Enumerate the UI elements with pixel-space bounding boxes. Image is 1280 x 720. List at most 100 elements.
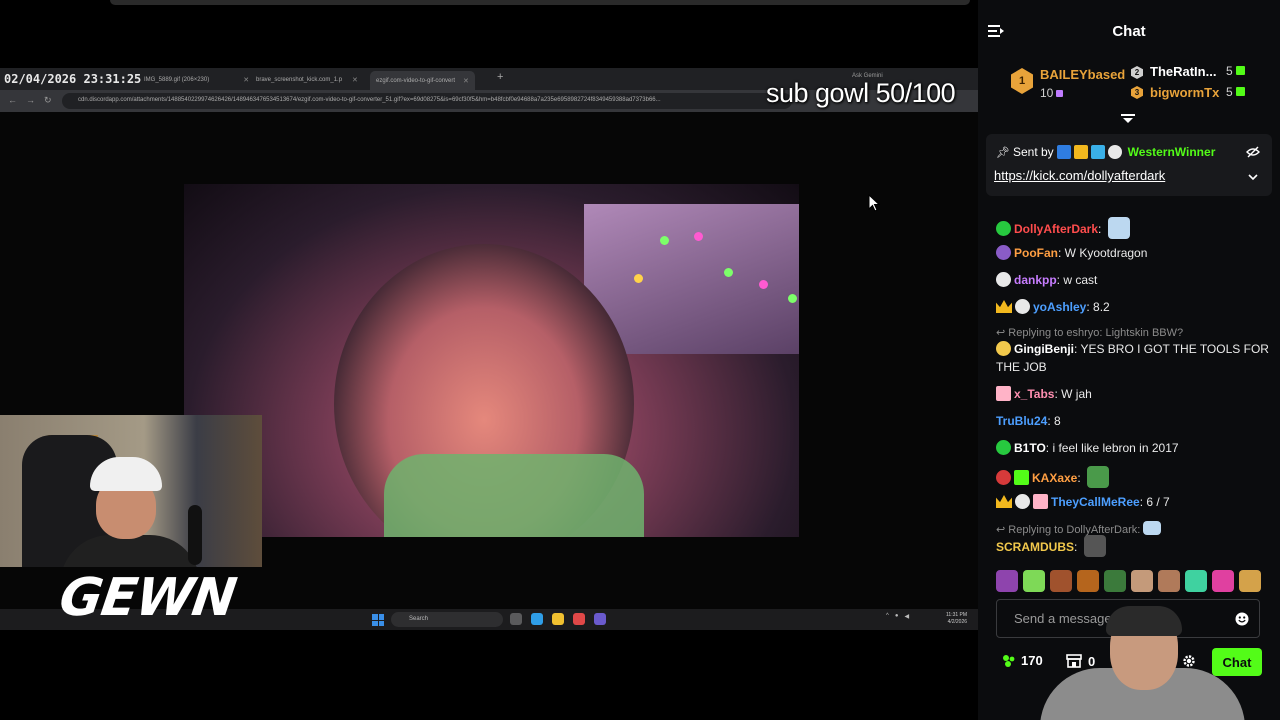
chat-username[interactable]: x_Tabs	[1014, 387, 1054, 401]
reload-icon: ↻	[44, 95, 52, 105]
chat-username[interactable]: GingiBenji	[1014, 342, 1074, 356]
streamer-cap	[90, 457, 162, 491]
reply-icon: ↩	[996, 327, 1006, 339]
leaderboard-name[interactable]: bigwormTx	[1150, 85, 1219, 100]
leaderboard-name[interactable]: TheRatIn...	[1150, 64, 1216, 79]
discord-icon	[594, 613, 606, 625]
badge-icon	[996, 470, 1011, 485]
chat-messages[interactable]: DollyAfterDark: PooFan: W Kyootdragon da…	[978, 198, 1280, 568]
mic-icon: ●	[894, 613, 899, 619]
emote-icon	[1083, 535, 1106, 557]
chat-username[interactable]: dankpp	[1014, 273, 1057, 287]
gift-icon	[1235, 66, 1245, 75]
crown-badge-icon	[996, 495, 1012, 508]
gift-badge-icon	[996, 386, 1011, 401]
taskbar-search: Search	[391, 612, 503, 627]
chevron-down-icon[interactable]	[1248, 174, 1258, 181]
leaderboard-count-value: 10	[1040, 86, 1054, 100]
streamer-webcam	[0, 415, 262, 567]
rank-badge-2: 2	[1131, 66, 1143, 79]
quick-emote-bar[interactable]	[996, 570, 1266, 594]
face-emote-icon[interactable]	[1158, 570, 1180, 592]
close-icon: ✕	[352, 77, 358, 84]
leaderboard-count-value: 5	[1226, 85, 1233, 99]
pinned-sender-line: 📌︎ Sent by WesternWinner	[996, 145, 1215, 159]
browser-tab-label: brave_screenshot_kick.com_1.p	[256, 77, 343, 83]
stream-view[interactable]: 02/04/2026 23:31:25 IMG_5889.gif (206×23…	[0, 0, 978, 720]
chat-username[interactable]: PooFan	[1014, 246, 1058, 260]
chat-username[interactable]: TruBlu24	[996, 414, 1047, 428]
pinned-message[interactable]: 📌︎ Sent by WesternWinner https://kick.co…	[986, 134, 1272, 196]
emote-icon	[1087, 466, 1110, 488]
chat-message: GingiBenji: YES BRO I GOT THE TOOLS FOR …	[996, 341, 1269, 374]
chat-username[interactable]: yoAshley	[1033, 300, 1086, 314]
file-explorer-icon	[552, 613, 564, 625]
pinned-toggle-icon[interactable]	[1121, 114, 1135, 124]
leaderboard-count-value: 5	[1226, 64, 1233, 78]
points-icon	[1003, 654, 1015, 667]
crown-badge-icon	[996, 300, 1012, 313]
face-emote-icon[interactable]	[1050, 570, 1072, 592]
chat-username[interactable]: DollyAfterDark	[1014, 222, 1098, 236]
rank-badge-3: 3	[1131, 86, 1143, 99]
chat-message: B1TO: i feel like lebron in 2017	[996, 439, 1271, 457]
chat-title: Chat	[1112, 23, 1146, 40]
browser-tab: IMG_5889.gif (206×230) ✕	[144, 72, 249, 88]
badge-icon	[996, 245, 1011, 260]
box-emote-icon[interactable]	[1239, 570, 1261, 592]
windows-start-icon	[372, 614, 384, 626]
guest-webcam	[1040, 600, 1245, 720]
chat-message: KAXaxe:	[996, 466, 1271, 488]
pinned-username[interactable]: WesternWinner	[1128, 145, 1216, 159]
reply-context[interactable]: ↩ Replying to DollyAfterDark:	[996, 521, 1162, 536]
chat-username[interactable]: SCRAMDUBS	[996, 540, 1074, 554]
heart-emote-icon[interactable]	[1212, 570, 1234, 592]
speaker-icon: ◀	[904, 614, 910, 620]
leaderboard-count: 10	[1040, 86, 1064, 100]
top-scroll-strip	[110, 0, 970, 5]
face-badge-icon	[1015, 494, 1030, 509]
string-light	[660, 236, 669, 245]
taskbar-clock: 11:31 PM 4/2/2026	[946, 612, 967, 626]
face-emote-icon[interactable]	[1131, 570, 1153, 592]
verified-badge-icon	[996, 221, 1011, 236]
url-field: cdn.discordapp.com/attachments/148854022…	[62, 93, 792, 109]
pinned-link[interactable]: https://kick.com/dollyafterdark	[994, 168, 1165, 183]
chat-header: Chat	[978, 14, 1280, 48]
task-view-icon	[510, 613, 522, 625]
reply-context[interactable]: ↩ Replying to eshryo: Lightskin BBW?	[996, 326, 1183, 339]
system-tray: ^ ● ◀	[886, 613, 909, 620]
skull-emote-icon[interactable]	[1185, 570, 1207, 592]
close-icon: ✕	[463, 77, 469, 85]
cup-emote-icon[interactable]	[1023, 570, 1045, 592]
sub-goal-overlay: sub gowl 50/100	[766, 78, 956, 108]
channel-points[interactable]: 170	[1002, 653, 1043, 668]
chat-message: dankpp: w cast	[996, 271, 1271, 289]
chat-text: 8.2	[1093, 300, 1110, 314]
gift-leaderboard: 1 BAILEYbased 10 2 TheRatIn... 5 3 bigwo…	[978, 56, 1280, 120]
leaderboard-name[interactable]: BAILEYbased	[1040, 67, 1125, 82]
leaderboard-count: 5	[1226, 85, 1245, 99]
chat-username[interactable]: TheyCallMeRee	[1051, 495, 1140, 509]
chat-text: W Kyootdragon	[1064, 246, 1148, 260]
chat-text: W jah	[1061, 387, 1092, 401]
eggplant-emote-icon[interactable]	[996, 570, 1018, 592]
hide-pinned-icon[interactable]	[1246, 146, 1260, 158]
streamer-mic	[188, 505, 202, 565]
badge-icon	[996, 440, 1011, 455]
crown-badge-icon	[1073, 145, 1088, 159]
gif-preview	[184, 184, 799, 537]
chat-username[interactable]: KAXaxe	[1032, 471, 1077, 485]
pepe-emote-icon[interactable]	[1104, 570, 1126, 592]
face-emote-icon[interactable]	[1077, 570, 1099, 592]
stream-timestamp: 02/04/2026 23:31:25	[4, 72, 142, 86]
pinned-sent-by-label: Sent by	[1012, 145, 1054, 159]
guest-hair	[1106, 606, 1182, 636]
string-light	[788, 294, 797, 303]
chat-username[interactable]: B1TO	[1014, 441, 1046, 455]
string-light	[694, 232, 703, 241]
gift-icon	[1235, 87, 1245, 96]
close-icon: ✕	[243, 77, 250, 84]
chrome-icon	[573, 613, 585, 625]
string-light	[759, 280, 768, 289]
